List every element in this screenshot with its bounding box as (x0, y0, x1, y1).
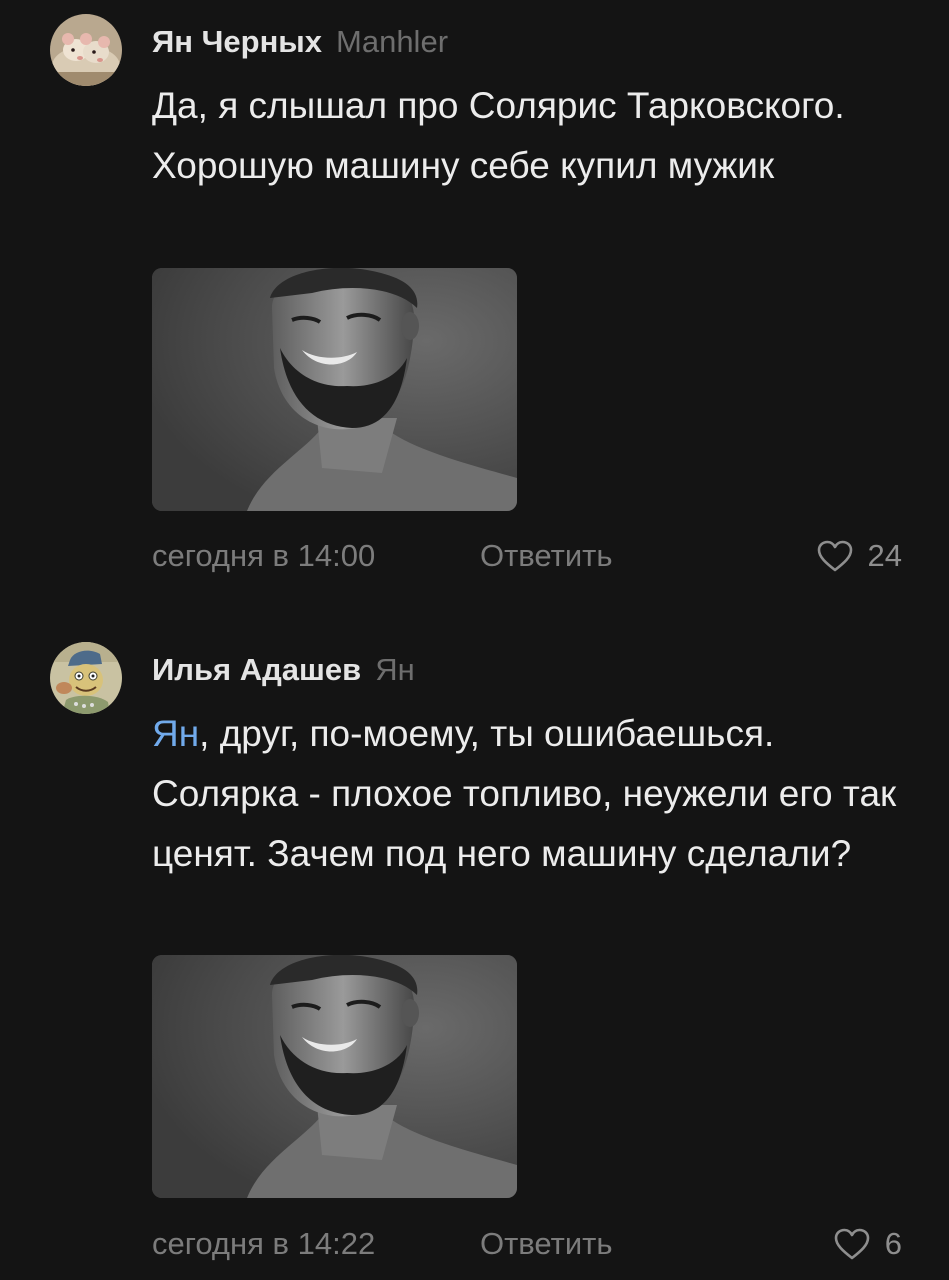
comment-text: Да, я слышал про Солярис Тарковского. Хо… (152, 76, 912, 196)
comment-footer: сегодня в 14:00 Ответить 24 (152, 536, 902, 576)
reply-to-name[interactable]: Manhler (336, 24, 448, 59)
timestamp: сегодня в 14:00 (152, 538, 376, 573)
reply-to-name[interactable]: Ян (375, 652, 415, 687)
comment-text: Ян, друг, по-моему, ты ошибаешься. Соляр… (152, 704, 912, 884)
comment-item: Илья Адашев Ян Ян, друг, по-моему, ты оши… (0, 600, 949, 1280)
timestamp: сегодня в 14:22 (152, 1226, 376, 1261)
author-name[interactable]: Ян Черных (152, 24, 322, 59)
attached-photo[interactable] (152, 955, 517, 1198)
comment-body: , друг, по-моему, ты ошибаешься. Солярка… (152, 713, 897, 874)
rats-avatar-icon (50, 14, 122, 86)
comment-header: Ян Черных Manhler (152, 22, 448, 62)
smiling-bearded-man-photo (152, 268, 517, 511)
reply-button[interactable]: Ответить (480, 1224, 613, 1264)
attached-photo[interactable] (152, 268, 517, 511)
like-button[interactable]: 6 (833, 1224, 902, 1264)
like-count: 24 (867, 538, 902, 573)
comment-item: Ян Черных Manhler Да, я слышал про Соляри… (0, 0, 949, 600)
reply-button[interactable]: Ответить (480, 536, 613, 576)
avatar[interactable] (50, 14, 122, 86)
smiling-bearded-man-photo (152, 955, 517, 1198)
comment-footer: сегодня в 14:22 Ответить 6 (152, 1224, 902, 1264)
heart-icon (834, 1228, 870, 1260)
avatar[interactable] (50, 642, 122, 714)
author-name[interactable]: Илья Адашев (152, 652, 361, 687)
heart-icon (817, 540, 852, 572)
like-button[interactable]: 24 (816, 536, 902, 576)
comment-body: Да, я слышал про Солярис Тарковского. Хо… (152, 85, 845, 186)
mention-link[interactable]: Ян (152, 713, 199, 754)
like-count: 6 (884, 1226, 902, 1261)
comment-header: Илья Адашев Ян (152, 650, 415, 690)
illustrated-character-avatar-icon (50, 642, 122, 714)
